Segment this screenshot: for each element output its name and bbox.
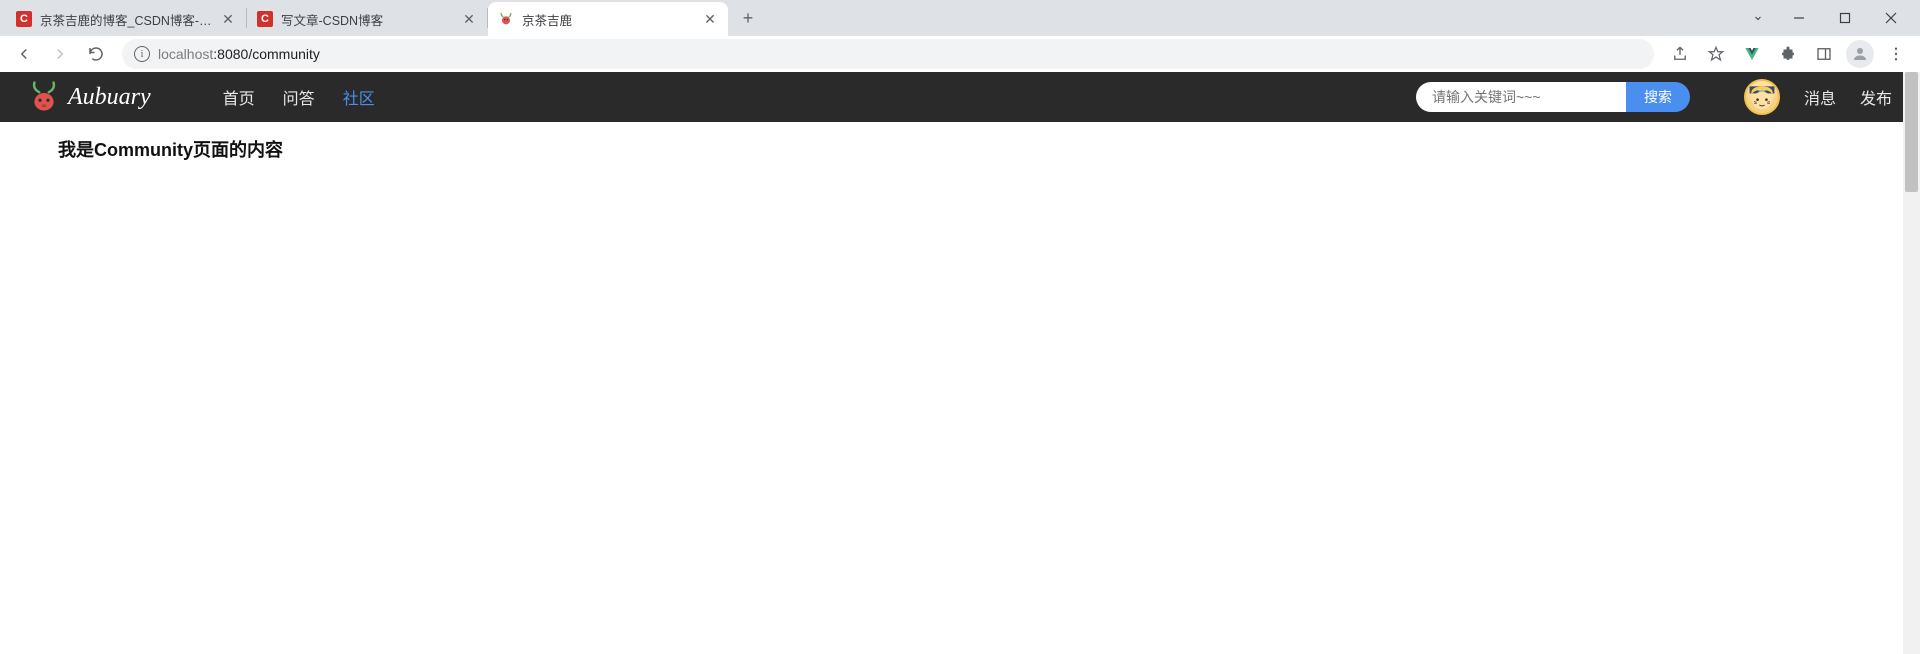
window-maximize-icon[interactable] — [1822, 1, 1868, 35]
nav-forward-icon[interactable] — [44, 38, 76, 70]
browser-tab-2[interactable]: C 写文章-CSDN博客 ✕ — [247, 2, 487, 36]
tabs-bar: C 京茶吉鹿的博客_CSDN博客-算法 ✕ C 写文章-CSDN博客 ✕ 京茶吉… — [0, 0, 1920, 36]
scrollbar[interactable] — [1903, 72, 1920, 654]
tab-title: 京茶吉鹿的博客_CSDN博客-算法 — [40, 10, 212, 29]
nav-community[interactable]: 社区 — [343, 85, 375, 109]
search-input[interactable] — [1416, 82, 1626, 112]
deer-favicon-icon — [498, 11, 514, 27]
user-avatar[interactable] — [1744, 79, 1780, 115]
nav-back-icon[interactable] — [8, 38, 40, 70]
share-icon[interactable] — [1664, 38, 1696, 70]
csdn-favicon-icon: C — [16, 11, 32, 27]
search-button[interactable]: 搜索 — [1626, 82, 1690, 112]
url-text: localhost:8080/community — [158, 46, 320, 62]
nav-messages[interactable]: 消息 — [1804, 85, 1836, 109]
scrollbar-thumb[interactable] — [1905, 72, 1918, 192]
bookmark-star-icon[interactable] — [1700, 38, 1732, 70]
tab-title: 写文章-CSDN博客 — [281, 10, 453, 29]
nav-home[interactable]: 首页 — [223, 85, 255, 109]
search-form: 搜索 — [1416, 82, 1690, 112]
logo-text: Aubuary — [68, 84, 151, 111]
window-controls — [1740, 1, 1914, 35]
tabs-dropdown-icon[interactable] — [1740, 1, 1776, 35]
browser-tab-1[interactable]: C 京茶吉鹿的博客_CSDN博客-算法 ✕ — [6, 2, 246, 36]
nav-right: 搜索 消息 发布 — [1416, 79, 1892, 115]
nav-reload-icon[interactable] — [80, 38, 112, 70]
nav-links: 首页 问答 社区 — [223, 85, 375, 109]
window-minimize-icon[interactable] — [1776, 1, 1822, 35]
deer-logo-icon — [28, 81, 60, 113]
extensions-puzzle-icon[interactable] — [1772, 38, 1804, 70]
address-bar[interactable]: i localhost:8080/community — [122, 39, 1654, 69]
page-content: 我是Community页面的内容 — [0, 122, 1920, 176]
new-tab-button[interactable]: + — [734, 4, 762, 32]
toolbar-actions — [1664, 38, 1912, 70]
tab-close-icon[interactable]: ✕ — [702, 11, 718, 27]
nav-qa[interactable]: 问答 — [283, 85, 315, 109]
address-bar-row: i localhost:8080/community — [0, 36, 1920, 72]
kebab-menu-icon[interactable] — [1880, 38, 1912, 70]
naruto-avatar-icon — [1746, 79, 1778, 115]
app-logo[interactable]: Aubuary — [28, 81, 151, 113]
profile-avatar-icon[interactable] — [1844, 38, 1876, 70]
side-panel-icon[interactable] — [1808, 38, 1840, 70]
vue-devtools-icon[interactable] — [1736, 38, 1768, 70]
tab-close-icon[interactable]: ✕ — [461, 11, 477, 27]
csdn-favicon-icon: C — [257, 11, 273, 27]
tab-close-icon[interactable]: ✕ — [220, 11, 236, 27]
nav-publish[interactable]: 发布 — [1860, 85, 1892, 109]
community-content-text: 我是Community页面的内容 — [58, 136, 1862, 162]
site-info-icon[interactable]: i — [134, 46, 150, 62]
browser-tab-3-active[interactable]: 京茶吉鹿 ✕ — [488, 2, 728, 36]
window-close-icon[interactable] — [1868, 1, 1914, 35]
browser-chrome: C 京茶吉鹿的博客_CSDN博客-算法 ✕ C 写文章-CSDN博客 ✕ 京茶吉… — [0, 0, 1920, 72]
app-navbar: Aubuary 首页 问答 社区 搜索 消息 发布 — [0, 72, 1920, 122]
tab-title: 京茶吉鹿 — [522, 10, 694, 29]
